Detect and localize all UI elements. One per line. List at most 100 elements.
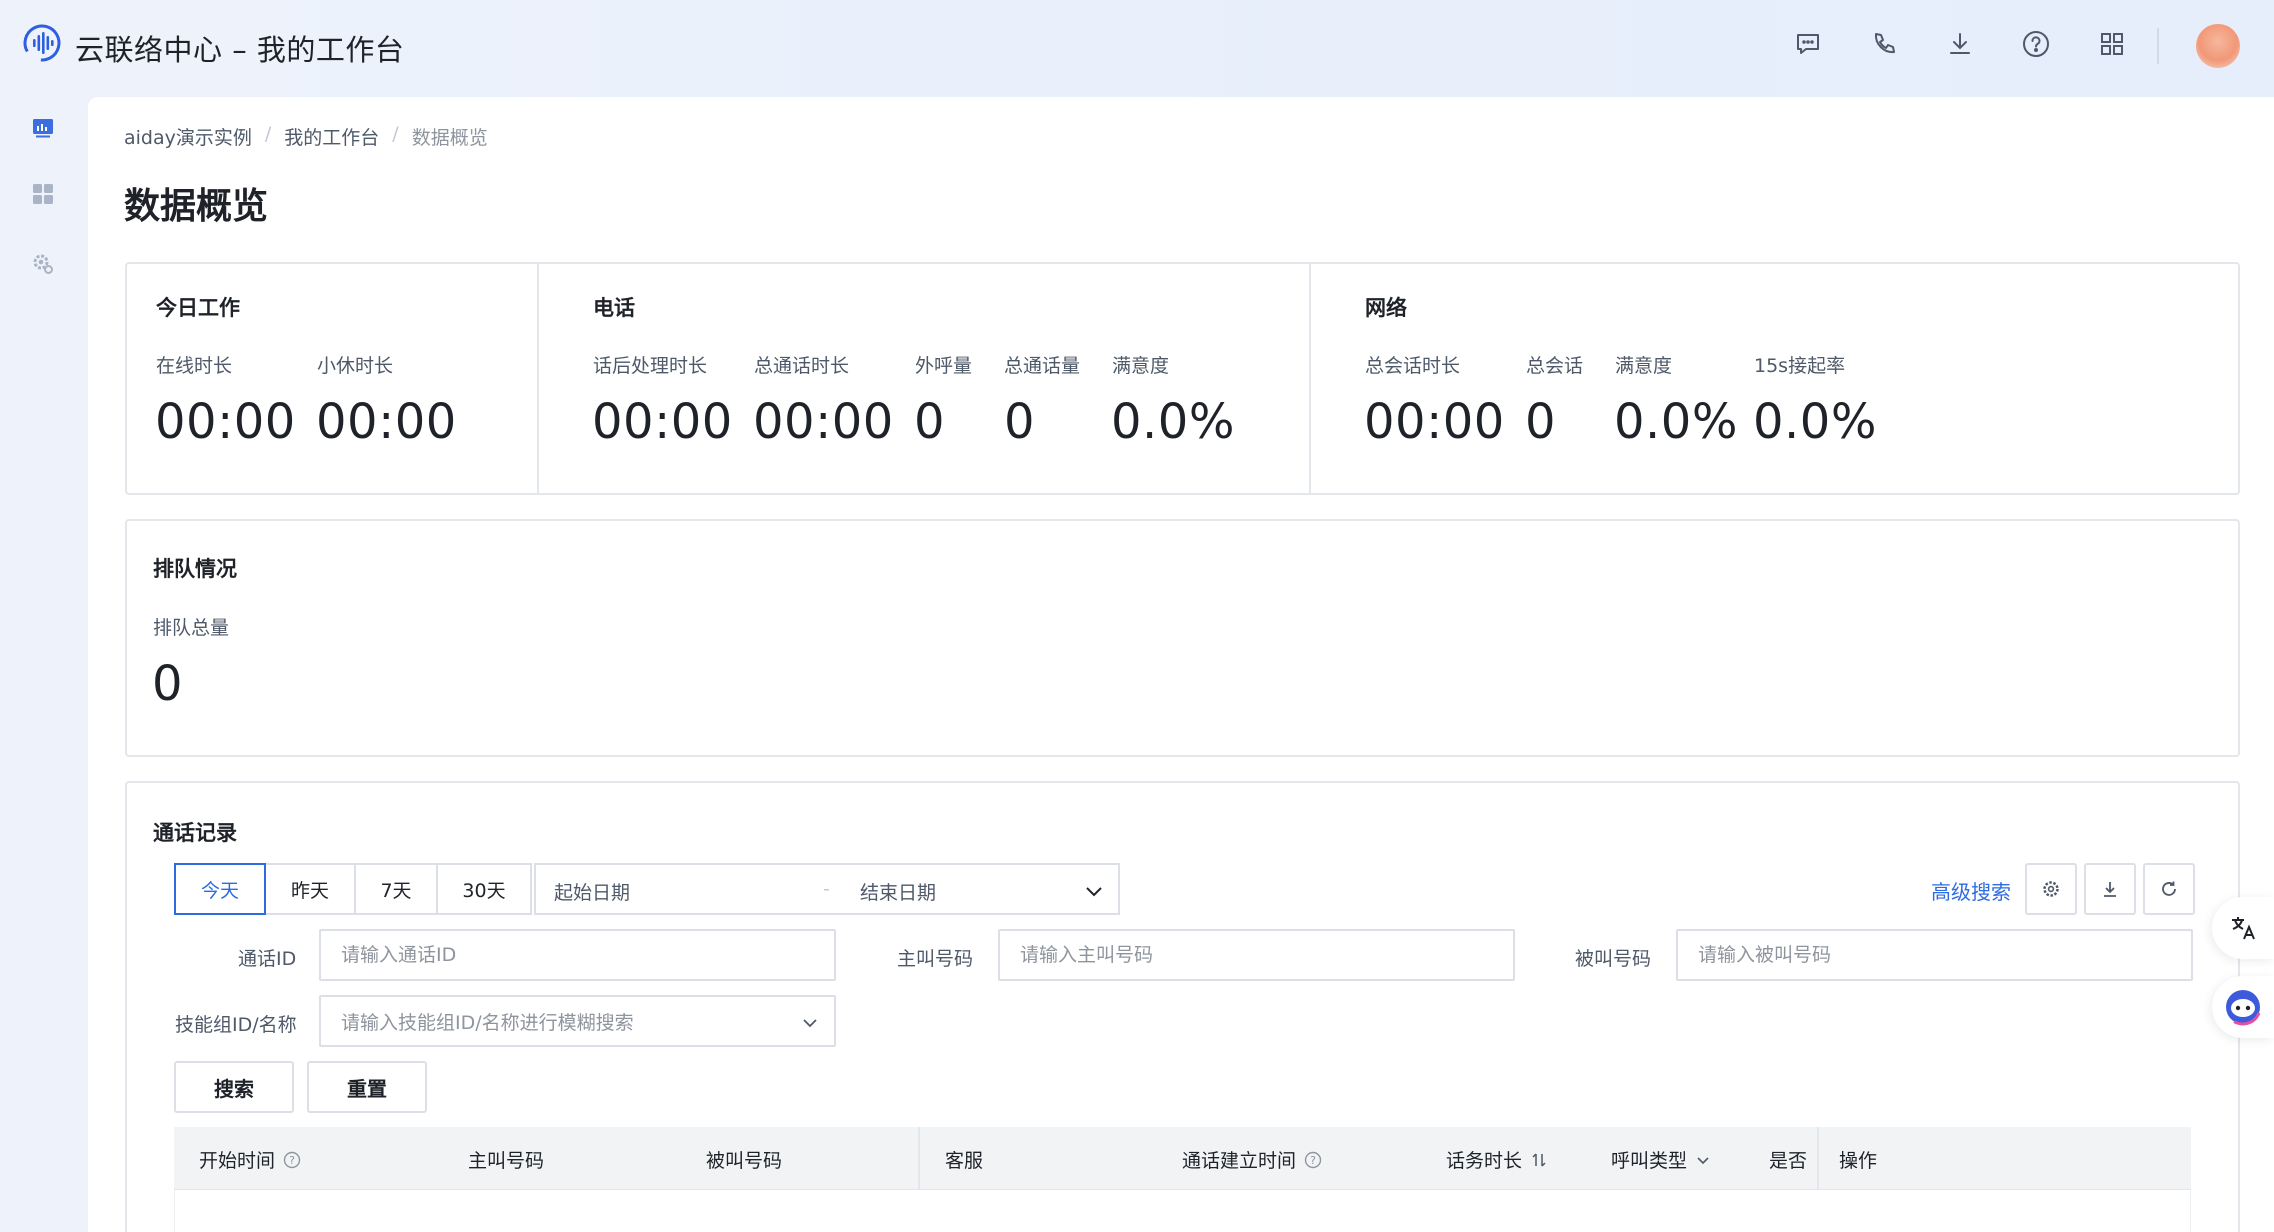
download-icon — [2104, 882, 2116, 897]
end-date-input[interactable]: 结束日期 — [860, 878, 936, 905]
stat-value-outbound: 0 — [914, 394, 946, 450]
breadcrumb-separator: / — [392, 123, 399, 145]
date-range-tabs: 今天 昨天 7天 30天 — [174, 863, 532, 915]
top-bar: 云联络中心 – 我的工作台 — [0, 0, 2274, 97]
svg-text:?: ? — [289, 1154, 295, 1167]
info-icon: ? — [283, 1151, 301, 1168]
app-title: 云联络中心 – 我的工作台 — [75, 33, 405, 67]
sidebar-item-apps[interactable] — [0, 163, 86, 225]
stat-label-acw: 话后处理时长 — [593, 355, 708, 377]
date-range-picker[interactable]: 起始日期 - 结束日期 — [534, 863, 1120, 915]
header-divider — [2157, 28, 2159, 64]
column-divider — [1817, 1127, 1819, 1190]
caller-number-label: 主叫号码 — [897, 948, 974, 970]
range-yesterday[interactable]: 昨天 — [264, 863, 356, 915]
records-title: 通话记录 — [153, 821, 237, 845]
skill-group-placeholder: 请输入技能组ID/名称进行模糊搜索 — [341, 1011, 634, 1034]
breadcrumb-item-current: 数据概览 — [411, 127, 488, 149]
call-id-input[interactable] — [319, 929, 836, 981]
date-range-separator: - — [823, 878, 830, 900]
info-icon: ? — [1304, 1151, 1322, 1168]
call-id-label: 通话ID — [238, 948, 297, 970]
refresh-icon — [2162, 881, 2176, 896]
caller-number-input[interactable] — [998, 929, 1515, 981]
sort-icon — [1532, 1152, 1546, 1167]
stat-value-online: 00:00 — [155, 394, 296, 450]
skill-group-label: 技能组ID/名称 — [175, 1014, 297, 1036]
stat-label-break: 小休时长 — [317, 355, 394, 377]
breadcrumb-item-workbench[interactable]: 我的工作台 — [284, 123, 379, 150]
column-divider — [918, 1127, 920, 1190]
stat-value-phone-satisfaction: 0.0% — [1111, 394, 1235, 450]
refresh-button[interactable] — [2143, 863, 2195, 915]
column-settings-button[interactable] — [2025, 863, 2077, 915]
help-icon[interactable] — [2018, 26, 2054, 62]
column-connect-time[interactable]: 通话建立时间 ? — [1182, 1146, 1322, 1173]
apps-grid-icon[interactable] — [2094, 26, 2130, 62]
chevron-down-icon — [1697, 1156, 1709, 1164]
stat-label-net-satisfaction: 满意度 — [1615, 355, 1673, 377]
stat-label-15s-answer-rate: 15s接起率 — [1754, 355, 1846, 377]
stat-value-queue-total: 0 — [152, 656, 184, 712]
translate-icon — [2232, 917, 2255, 940]
stat-value-acw: 00:00 — [592, 394, 733, 450]
stat-value-talk-time: 00:00 — [753, 394, 894, 450]
stat-label-online: 在线时长 — [156, 355, 233, 377]
range-today[interactable]: 今天 — [174, 863, 266, 915]
translate-button[interactable] — [2212, 897, 2274, 959]
today-title: 今日工作 — [156, 296, 240, 320]
column-label: 呼叫类型 — [1611, 1150, 1688, 1172]
grid-icon — [33, 184, 53, 204]
search-button[interactable]: 搜索 — [174, 1061, 294, 1113]
stat-label-call-count: 总通话量 — [1004, 355, 1081, 377]
export-button[interactable] — [2084, 863, 2136, 915]
stat-label-queue-total: 排队总量 — [153, 617, 230, 639]
column-actions: 操作 — [1839, 1150, 1878, 1172]
stat-label-outbound: 外呼量 — [915, 355, 973, 377]
page-title: 数据概览 — [124, 186, 269, 227]
column-caller: 主叫号码 — [468, 1150, 545, 1172]
breadcrumb-item-instance[interactable]: aiday演示实例 — [124, 123, 252, 150]
queue-title: 排队情况 — [153, 557, 237, 581]
chevron-down-icon — [1086, 887, 1102, 897]
app-logo-icon — [22, 23, 62, 63]
breadcrumb: aiday演示实例 / 我的工作台 / 数据概览 — [124, 123, 488, 150]
queue-card: 排队情况 排队总量 0 — [125, 519, 2240, 757]
chat-icon[interactable] — [1790, 26, 1826, 62]
stats-divider — [1309, 264, 1311, 494]
user-avatar[interactable] — [2196, 24, 2240, 68]
download-icon[interactable] — [1942, 26, 1978, 62]
skill-group-select[interactable]: 请输入技能组ID/名称进行模糊搜索 — [319, 995, 836, 1047]
reset-button[interactable]: 重置 — [307, 1061, 427, 1113]
gear-icon — [2043, 881, 2059, 897]
phone-icon[interactable] — [1866, 26, 1902, 62]
breadcrumb-separator: / — [264, 123, 272, 145]
start-date-input[interactable]: 起始日期 — [554, 878, 630, 905]
stats-divider — [537, 264, 539, 494]
sidebar — [0, 97, 86, 1232]
sidebar-item-settings[interactable] — [0, 233, 86, 295]
stat-label-talk-time: 总通话时长 — [754, 355, 850, 377]
stat-label-phone-satisfaction: 满意度 — [1112, 355, 1170, 377]
callee-number-label: 被叫号码 — [1575, 948, 1652, 970]
range-7d[interactable]: 7天 — [354, 863, 438, 915]
range-30d[interactable]: 30天 — [436, 863, 532, 915]
chevron-down-icon — [803, 1019, 817, 1028]
sidebar-item-dashboard[interactable] — [0, 97, 86, 159]
column-call-type[interactable]: 呼叫类型 — [1611, 1146, 1711, 1173]
dashboard-icon — [33, 119, 53, 138]
column-duration[interactable]: 话务时长 — [1446, 1146, 1548, 1173]
stats-card: 今日工作 在线时长 00:00 小休时长 00:00 电话 话后处理时长 00:… — [125, 262, 2240, 495]
stat-label-session-time: 总会话时长 — [1365, 355, 1461, 377]
column-is: 是否 — [1769, 1150, 1808, 1172]
main-content: aiday演示实例 / 我的工作台 / 数据概览 数据概览 今日工作 在线时长 … — [88, 97, 2274, 1232]
phone-title: 电话 — [593, 296, 635, 320]
callee-number-input[interactable] — [1676, 929, 2193, 981]
column-label: 通话建立时间 — [1182, 1150, 1297, 1172]
table-row — [174, 1190, 2191, 1232]
stat-value-sessions: 0 — [1525, 394, 1557, 450]
advanced-search-link[interactable]: 高级搜索 — [1931, 876, 2011, 905]
assistant-button[interactable] — [2212, 976, 2274, 1038]
column-label: 话务时长 — [1446, 1150, 1523, 1172]
column-start-time[interactable]: 开始时间 ? — [199, 1146, 301, 1173]
